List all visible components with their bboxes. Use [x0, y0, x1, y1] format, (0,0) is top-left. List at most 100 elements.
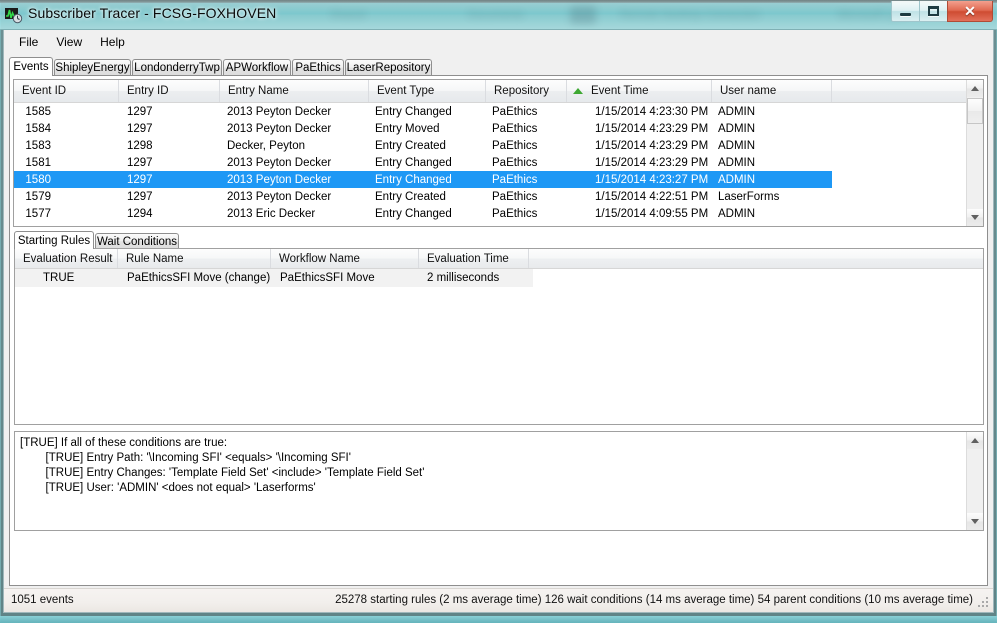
glass-ghost-text-2: Documents: [468, 9, 524, 21]
cell-entry-id: 1297: [127, 154, 222, 171]
cell-entry-id: 1297: [127, 171, 222, 188]
sort-ascending-icon: [573, 88, 583, 94]
events-table[interactable]: Event ID Entry ID Entry Name Event Type …: [13, 79, 984, 227]
events-scroll-up-button[interactable]: [967, 80, 983, 97]
close-icon: ✕: [964, 4, 976, 18]
cell-event-type: Entry Changed: [375, 205, 490, 222]
tab-londonderrytwp[interactable]: LondonderryTwp: [132, 59, 222, 76]
column-header-repository[interactable]: Repository: [486, 80, 567, 102]
cell-event-id: 1584: [14, 120, 119, 137]
table-row-selected[interactable]: 1580 1297 2013 Peyton Decker Entry Chang…: [14, 171, 983, 188]
maximize-icon: [928, 6, 939, 16]
events-scroll-down-button[interactable]: [967, 209, 983, 226]
tab-apworkflow[interactable]: APWorkflow: [223, 59, 291, 76]
cell-repository: PaEthics: [492, 120, 570, 137]
scroll-down-arrow-icon: [971, 215, 979, 220]
starting-rules-table[interactable]: Evaluation Result Rule Name Workflow Nam…: [14, 248, 984, 425]
rules-tab-strip: Starting Rules Wait Conditions: [14, 231, 984, 249]
conditions-detail-panel[interactable]: [TRUE] If all of these conditions are tr…: [14, 431, 984, 531]
cell-repository: PaEthics: [492, 188, 570, 205]
cell-event-type: Entry Created: [375, 188, 490, 205]
scroll-up-arrow-icon: [971, 438, 979, 443]
cell-entry-id: 1294: [127, 205, 222, 222]
minimize-button[interactable]: [891, 1, 920, 22]
rules-cell-rule-name: PaEthicsSFI Move (change): [127, 269, 277, 287]
cell-repository: PaEthics: [492, 154, 570, 171]
cell-event-time: 1/15/2014 4:23:27 PM: [595, 171, 720, 188]
maximize-button[interactable]: [919, 1, 948, 22]
table-row[interactable]: 1581 1297 2013 Peyton Decker Entry Chang…: [14, 154, 983, 171]
rules-table-row[interactable]: TRUE PaEthicsSFI Move (change) PaEthicsS…: [15, 269, 983, 287]
window-controls: ✕: [892, 1, 993, 22]
cell-event-time: 1/15/2014 4:23:29 PM: [595, 120, 720, 137]
cell-event-id: 1579: [14, 188, 119, 205]
titlebar-top-stripe: [0, 0, 997, 3]
minimize-icon: [900, 13, 911, 16]
column-header-user-name[interactable]: User name: [712, 80, 832, 102]
cell-user-name: ADMIN: [718, 120, 832, 137]
column-header-event-type[interactable]: Event Type: [369, 80, 486, 102]
column-header-entry-name[interactable]: Entry Name: [220, 80, 369, 102]
tab-paethics[interactable]: PaEthics: [292, 59, 344, 76]
table-row[interactable]: 1584 1297 2013 Peyton Decker Entry Moved…: [14, 120, 983, 137]
cell-user-name: ADMIN: [718, 103, 832, 120]
events-scroll-thumb[interactable]: [967, 98, 983, 124]
events-tab-panel: Event ID Entry ID Entry Name Event Type …: [9, 75, 988, 586]
table-row[interactable]: 1583 1298 Decker, Peyton Entry Created P…: [14, 137, 983, 154]
cell-event-time: 1/15/2014 4:22:51 PM: [595, 188, 720, 205]
cell-event-type: Entry Changed: [375, 171, 490, 188]
rules-cell-workflow-name: PaEthicsSFI Move: [280, 269, 425, 287]
menu-item-file[interactable]: File: [10, 32, 47, 52]
cell-event-id: 1583: [14, 137, 119, 154]
cell-event-time: 1/15/2014 4:23:30 PM: [595, 103, 720, 120]
resize-grip-icon[interactable]: [978, 597, 990, 609]
column-header-event-id[interactable]: Event ID: [14, 80, 119, 102]
conditions-scroll-down-button[interactable]: [967, 513, 983, 530]
client-area: File View Help Events ShipleyEnergy Lond…: [3, 30, 994, 613]
events-table-scrollbar[interactable]: [966, 80, 983, 226]
rules-column-header-filler[interactable]: [529, 249, 983, 268]
table-row[interactable]: 1585 1297 2013 Peyton Decker Entry Chang…: [14, 103, 983, 120]
menu-item-help[interactable]: Help: [91, 32, 134, 52]
cell-repository: PaEthics: [492, 205, 570, 222]
cell-event-type: Entry Changed: [375, 103, 490, 120]
column-header-event-time[interactable]: Event Time: [567, 80, 712, 102]
cell-entry-name: Decker, Peyton: [227, 137, 372, 154]
tab-wait-conditions[interactable]: Wait Conditions: [95, 233, 179, 249]
cell-event-id: 1585: [14, 103, 119, 120]
title-bar[interactable]: Shared Documents Remote Desktop Connecti…: [0, 0, 997, 30]
tab-starting-rules[interactable]: Starting Rules: [14, 231, 94, 249]
cell-user-name: ADMIN: [718, 137, 832, 154]
repository-tab-strip: Events ShipleyEnergy LondonderryTwp APWo…: [9, 57, 988, 76]
tab-events[interactable]: Events: [9, 57, 53, 76]
cell-event-time: 1/15/2014 4:23:29 PM: [595, 137, 720, 154]
window-bottom-glass-edge: [0, 616, 997, 623]
menu-bar: File View Help: [4, 30, 993, 54]
rules-column-header-evaluation-time[interactable]: Evaluation Time: [419, 249, 529, 268]
cell-entry-name: 2013 Peyton Decker: [227, 188, 372, 205]
cell-user-name: ADMIN: [718, 205, 832, 222]
rules-cell-evaluation-time: 2 milliseconds: [427, 269, 532, 287]
status-event-count: 1051 events: [11, 594, 74, 606]
cell-user-name: ADMIN: [718, 154, 832, 171]
cell-event-id: 1580: [14, 171, 119, 188]
column-header-event-time-label: Event Time: [591, 85, 649, 97]
rules-column-header-rule-name[interactable]: Rule Name: [118, 249, 271, 268]
conditions-panel-scrollbar[interactable]: [966, 432, 983, 530]
cell-event-id: 1581: [14, 154, 119, 171]
tab-laserrepository[interactable]: LaserRepository: [345, 59, 432, 76]
column-header-entry-id[interactable]: Entry ID: [119, 80, 220, 102]
cell-entry-name: 2013 Peyton Decker: [227, 171, 372, 188]
rules-column-header-evaluation-result[interactable]: Evaluation Result: [15, 249, 118, 268]
close-button[interactable]: ✕: [947, 1, 993, 22]
menu-item-view[interactable]: View: [47, 32, 91, 52]
tab-shipleyenergy[interactable]: ShipleyEnergy: [54, 59, 131, 76]
column-header-filler[interactable]: [832, 80, 968, 102]
cell-repository: PaEthics: [492, 171, 570, 188]
rules-column-header-workflow-name[interactable]: Workflow Name: [271, 249, 419, 268]
cell-entry-id: 1297: [127, 188, 222, 205]
conditions-scroll-up-button[interactable]: [967, 432, 983, 449]
cell-repository: PaEthics: [492, 137, 570, 154]
table-row[interactable]: 1579 1297 2013 Peyton Decker Entry Creat…: [14, 188, 983, 205]
table-row[interactable]: 1577 1294 2013 Eric Decker Entry Changed…: [14, 205, 983, 222]
